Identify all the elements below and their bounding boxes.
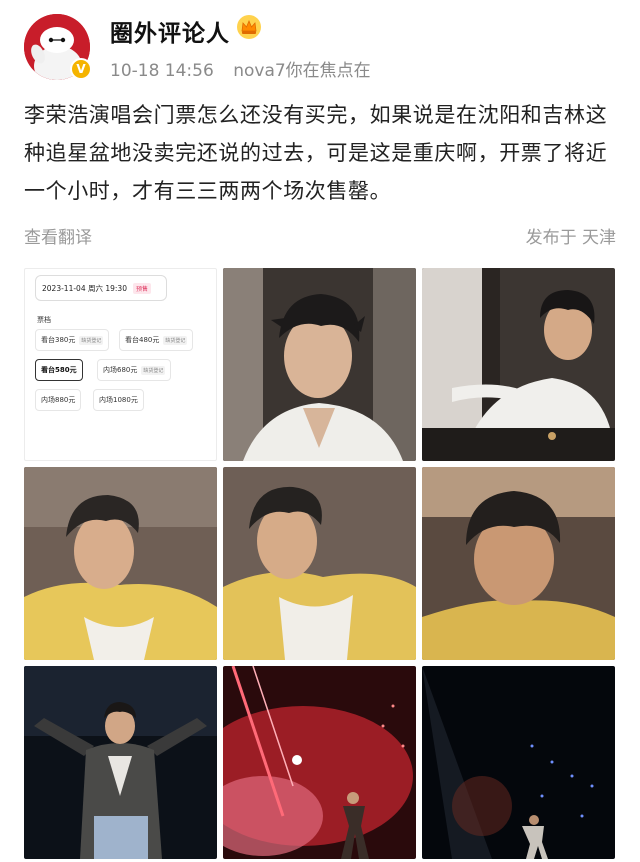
post-device[interactable]: nova7你在焦点在 bbox=[233, 61, 370, 81]
ticket-option-label: 内场880元 bbox=[41, 396, 76, 404]
portrait-white-shirt-image bbox=[422, 268, 615, 461]
concert-performer-image bbox=[24, 666, 217, 859]
post-time: 10-18 14:56 bbox=[110, 61, 214, 81]
photo-concert-stage-1[interactable] bbox=[24, 666, 217, 859]
post-header: V 圈外评论人 10-18 14:56 nova7你在焦点在 bbox=[0, 0, 640, 90]
ticket-option: 看台480元 缺货登记 bbox=[119, 329, 194, 351]
ticket-option-label: 看台580元 bbox=[41, 366, 77, 374]
ticket-option-selected: 看台580元 bbox=[35, 359, 83, 381]
ticket-option-sub: 缺货登记 bbox=[163, 335, 188, 345]
photo-selfie-yellow-shirt-3[interactable] bbox=[422, 467, 615, 660]
photo-selfie-yellow-shirt-1[interactable] bbox=[24, 467, 217, 660]
photo-concert-stage-dark[interactable] bbox=[422, 666, 615, 859]
username[interactable]: 圈外评论人 bbox=[110, 14, 230, 48]
ticket-option-label: 内场680元 bbox=[103, 366, 138, 374]
portrait-white-shirt-image bbox=[223, 268, 416, 461]
ticket-price-label: 票档 bbox=[37, 316, 51, 324]
photo-concert-stage-red[interactable] bbox=[223, 666, 416, 859]
post-location: 发布于 天津 bbox=[525, 228, 616, 248]
photo-selfie-yellow-shirt-2[interactable] bbox=[223, 467, 416, 660]
ticket-date-tag: 预售 bbox=[132, 282, 151, 294]
ticket-option-label: 看台380元 bbox=[41, 336, 76, 344]
translate-link[interactable]: 查看翻译 bbox=[24, 223, 92, 248]
photo-ticket-screenshot[interactable]: 2023-11-04 周六 19:30 预售 票档 看台380元 缺货登记 看台… bbox=[24, 268, 217, 461]
verified-badge-icon: V bbox=[70, 58, 92, 80]
crown-icon bbox=[237, 15, 261, 39]
ticket-option: 内场1080元 bbox=[93, 389, 144, 411]
photo-selfie-white-shirt-2[interactable] bbox=[422, 268, 615, 461]
post-meta: 10-18 14:56 nova7你在焦点在 bbox=[110, 56, 385, 81]
ticket-option: 内场880元 bbox=[35, 389, 82, 411]
ticket-option: 看台380元 缺货登记 bbox=[35, 329, 110, 351]
ticket-date-text: 2023-11-04 周六 19:30 bbox=[42, 283, 127, 293]
ticket-option-sub: 缺货登记 bbox=[79, 335, 104, 345]
concert-dark-stage-image bbox=[422, 666, 615, 859]
portrait-yellow-shirt-image bbox=[24, 467, 217, 660]
ticket-option-label: 看台480元 bbox=[125, 336, 160, 344]
ticket-date: 2023-11-04 周六 19:30 预售 bbox=[35, 275, 167, 301]
concert-red-lights-image bbox=[223, 666, 416, 859]
photo-selfie-white-shirt-1[interactable] bbox=[223, 268, 416, 461]
portrait-yellow-shirt-image bbox=[422, 467, 615, 660]
portrait-yellow-shirt-image bbox=[223, 467, 416, 660]
ticket-option: 内场680元 缺货登记 bbox=[97, 359, 172, 381]
ticket-option-label: 内场1080元 bbox=[99, 396, 138, 404]
ticket-option-sub: 缺货登记 bbox=[141, 365, 166, 375]
post-text: 李荣浩演唱会门票怎么还没有买完，如果说是在沈阳和吉林这种追星盆地没卖完还说的过去… bbox=[24, 103, 608, 203]
